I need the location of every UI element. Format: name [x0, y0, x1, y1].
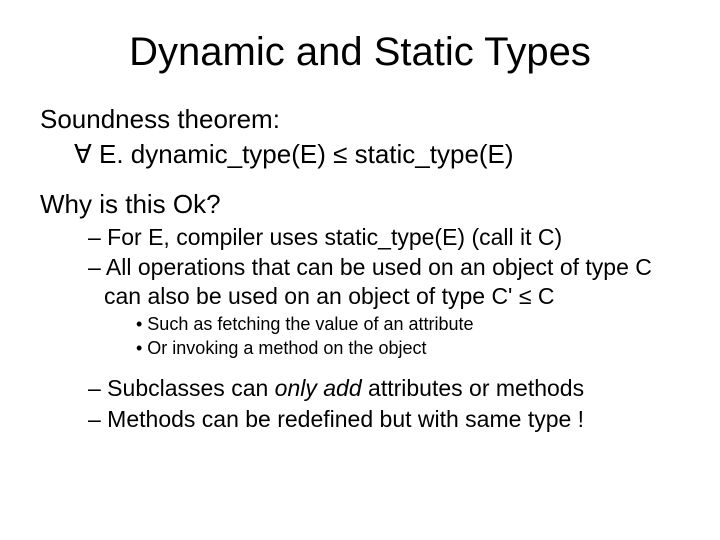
formula-part-b: static_type(E)	[347, 139, 513, 169]
bullet-subclasses-a: – Subclasses can	[88, 375, 275, 401]
line-soundness-formula: ∀ E. dynamic_type(E) ≤ static_type(E)	[40, 138, 680, 171]
subbullet-fetching: • Such as fetching the value of an attri…	[40, 313, 680, 336]
bullet-all-operations-a: – All operations that can be used on an …	[88, 254, 652, 309]
bullet-subclasses: – Subclasses can only add attributes or …	[40, 374, 680, 403]
line-why-ok: Why is this Ok?	[40, 188, 680, 221]
bullet-all-operations-b: C	[531, 283, 554, 309]
formula-part-a: E. dynamic_type(E)	[92, 139, 333, 169]
bullet-all-operations: – All operations that can be used on an …	[40, 253, 680, 311]
subbullet-invoking: • Or invoking a method on the object	[40, 337, 680, 360]
bullet-compiler-uses: – For E, compiler uses static_type(E) (c…	[40, 223, 680, 252]
slide: Dynamic and Static Types Soundness theor…	[0, 0, 720, 540]
bullet-subclasses-c: attributes or methods	[362, 375, 584, 401]
line-soundness: Soundness theorem:	[40, 103, 680, 136]
page-title: Dynamic and Static Types	[40, 30, 680, 75]
le-symbol-2: ≤	[519, 283, 532, 309]
bullet-methods-redefined: – Methods can be redefined but with same…	[40, 405, 680, 434]
le-symbol: ≤	[333, 139, 347, 169]
forall-symbol: ∀	[74, 139, 92, 169]
bullet-subclasses-em: only add	[275, 375, 362, 401]
